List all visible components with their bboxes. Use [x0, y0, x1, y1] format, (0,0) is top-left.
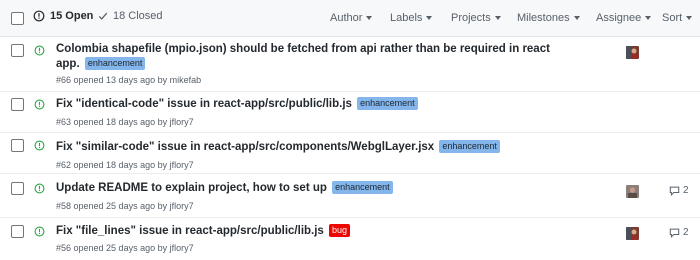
issue-title[interactable]: Fix "file_lines" issue in react-app/src/…	[56, 224, 351, 239]
issue-row: Fix "file_lines" issue in react-app/src/…	[0, 218, 700, 260]
issue-title-text: Update README to explain project, how to…	[56, 182, 327, 194]
issue-checkbox[interactable]	[11, 139, 24, 152]
issue-row: Update README to explain project, how to…	[0, 174, 700, 218]
issue-title[interactable]: Fix "similar-code" issue in react-app/sr…	[56, 140, 500, 155]
issue-row: Fix "identical-code" issue in react-app/…	[0, 92, 700, 133]
projects-filter-label: Projects	[451, 12, 491, 24]
comments-link[interactable]: 2	[669, 227, 689, 238]
chevron-down-icon	[573, 16, 580, 21]
author-filter[interactable]: Author	[330, 12, 373, 24]
issue-opened-icon	[34, 45, 45, 56]
label-enhancement[interactable]: enhancement	[357, 97, 418, 110]
milestones-filter-label: Milestones	[517, 12, 570, 24]
issue-opened-icon	[34, 140, 45, 151]
select-all-checkbox[interactable]	[11, 12, 24, 25]
chevron-down-icon	[686, 16, 693, 21]
avatar-image	[626, 227, 639, 240]
label-enhancement[interactable]: enhancement	[84, 57, 146, 70]
projects-filter[interactable]: Projects	[451, 12, 501, 24]
issue-checkbox[interactable]	[11, 225, 24, 238]
issue-title[interactable]: Colombia shapefile (mpio.json) should be…	[56, 42, 556, 72]
comment-icon	[669, 228, 680, 238]
chevron-down-icon	[494, 16, 501, 21]
issue-list-header: 15 Open 18 Closed Author Labels Projects…	[0, 0, 700, 37]
closed-issues-count: 18 Closed	[113, 10, 163, 22]
avatar[interactable]	[626, 46, 639, 59]
issue-meta: #62 opened 18 days ago by jflory7	[56, 160, 194, 170]
issue-title-text: Fix "identical-code" issue in react-app/…	[56, 98, 352, 110]
issue-opened-icon	[34, 226, 45, 237]
issue-title-text: Fix "similar-code" issue in react-app/sr…	[56, 141, 435, 153]
open-issues-count: 15 Open	[50, 10, 94, 22]
closed-issues-tab[interactable]: 18 Closed	[98, 10, 163, 22]
assignee-filter-label: Assignee	[596, 12, 642, 24]
issue-meta: #63 opened 18 days ago by jflory7	[56, 117, 194, 127]
issue-title[interactable]: Fix "identical-code" issue in react-app/…	[56, 97, 418, 112]
chevron-down-icon	[366, 16, 373, 21]
issue-title-line2: app.	[56, 58, 80, 70]
issue-title-line1: Colombia shapefile (mpio.json) should be…	[56, 43, 550, 55]
issue-list: 15 Open 18 Closed Author Labels Projects…	[0, 0, 700, 260]
comments-link[interactable]: 2	[669, 185, 689, 196]
open-issues-tab[interactable]: 15 Open	[33, 10, 93, 22]
issue-meta: #66 opened 13 days ago by mikefab	[56, 75, 202, 85]
assignee-filter[interactable]: Assignee	[596, 12, 652, 24]
chevron-down-icon	[426, 16, 433, 21]
label-enhancement[interactable]: enhancement	[332, 181, 393, 194]
issue-checkbox[interactable]	[11, 98, 24, 111]
avatar[interactable]	[626, 227, 639, 240]
avatar-image	[626, 185, 639, 198]
issue-opened-icon	[34, 183, 45, 194]
comment-icon	[669, 186, 680, 196]
avatar[interactable]	[626, 185, 639, 198]
milestones-filter[interactable]: Milestones	[517, 12, 580, 24]
avatar-image	[626, 46, 639, 59]
issue-row: Fix "similar-code" issue in react-app/sr…	[0, 133, 700, 174]
labels-filter-label: Labels	[390, 12, 423, 24]
labels-filter[interactable]: Labels	[390, 12, 433, 24]
issue-title[interactable]: Update README to explain project, how to…	[56, 181, 393, 196]
sort-filter-label: Sort	[662, 12, 683, 24]
chevron-down-icon	[645, 16, 652, 21]
label-bug[interactable]: bug	[329, 224, 351, 237]
issue-meta: #58 opened 25 days ago by jflory7	[56, 201, 194, 211]
author-filter-label: Author	[330, 12, 363, 24]
comments-count: 2	[683, 185, 689, 196]
issue-opened-icon	[33, 10, 45, 22]
issue-title-text: Fix "file_lines" issue in react-app/src/…	[56, 225, 324, 237]
issue-row: Colombia shapefile (mpio.json) should be…	[0, 37, 700, 92]
comments-count: 2	[683, 227, 689, 238]
sort-filter[interactable]: Sort	[662, 12, 693, 24]
check-icon	[98, 12, 108, 20]
issue-checkbox[interactable]	[11, 182, 24, 195]
issue-meta: #56 opened 25 days ago by jflory7	[56, 243, 194, 253]
issue-opened-icon	[34, 99, 45, 110]
label-enhancement[interactable]: enhancement	[439, 140, 500, 153]
issue-checkbox[interactable]	[11, 44, 24, 57]
